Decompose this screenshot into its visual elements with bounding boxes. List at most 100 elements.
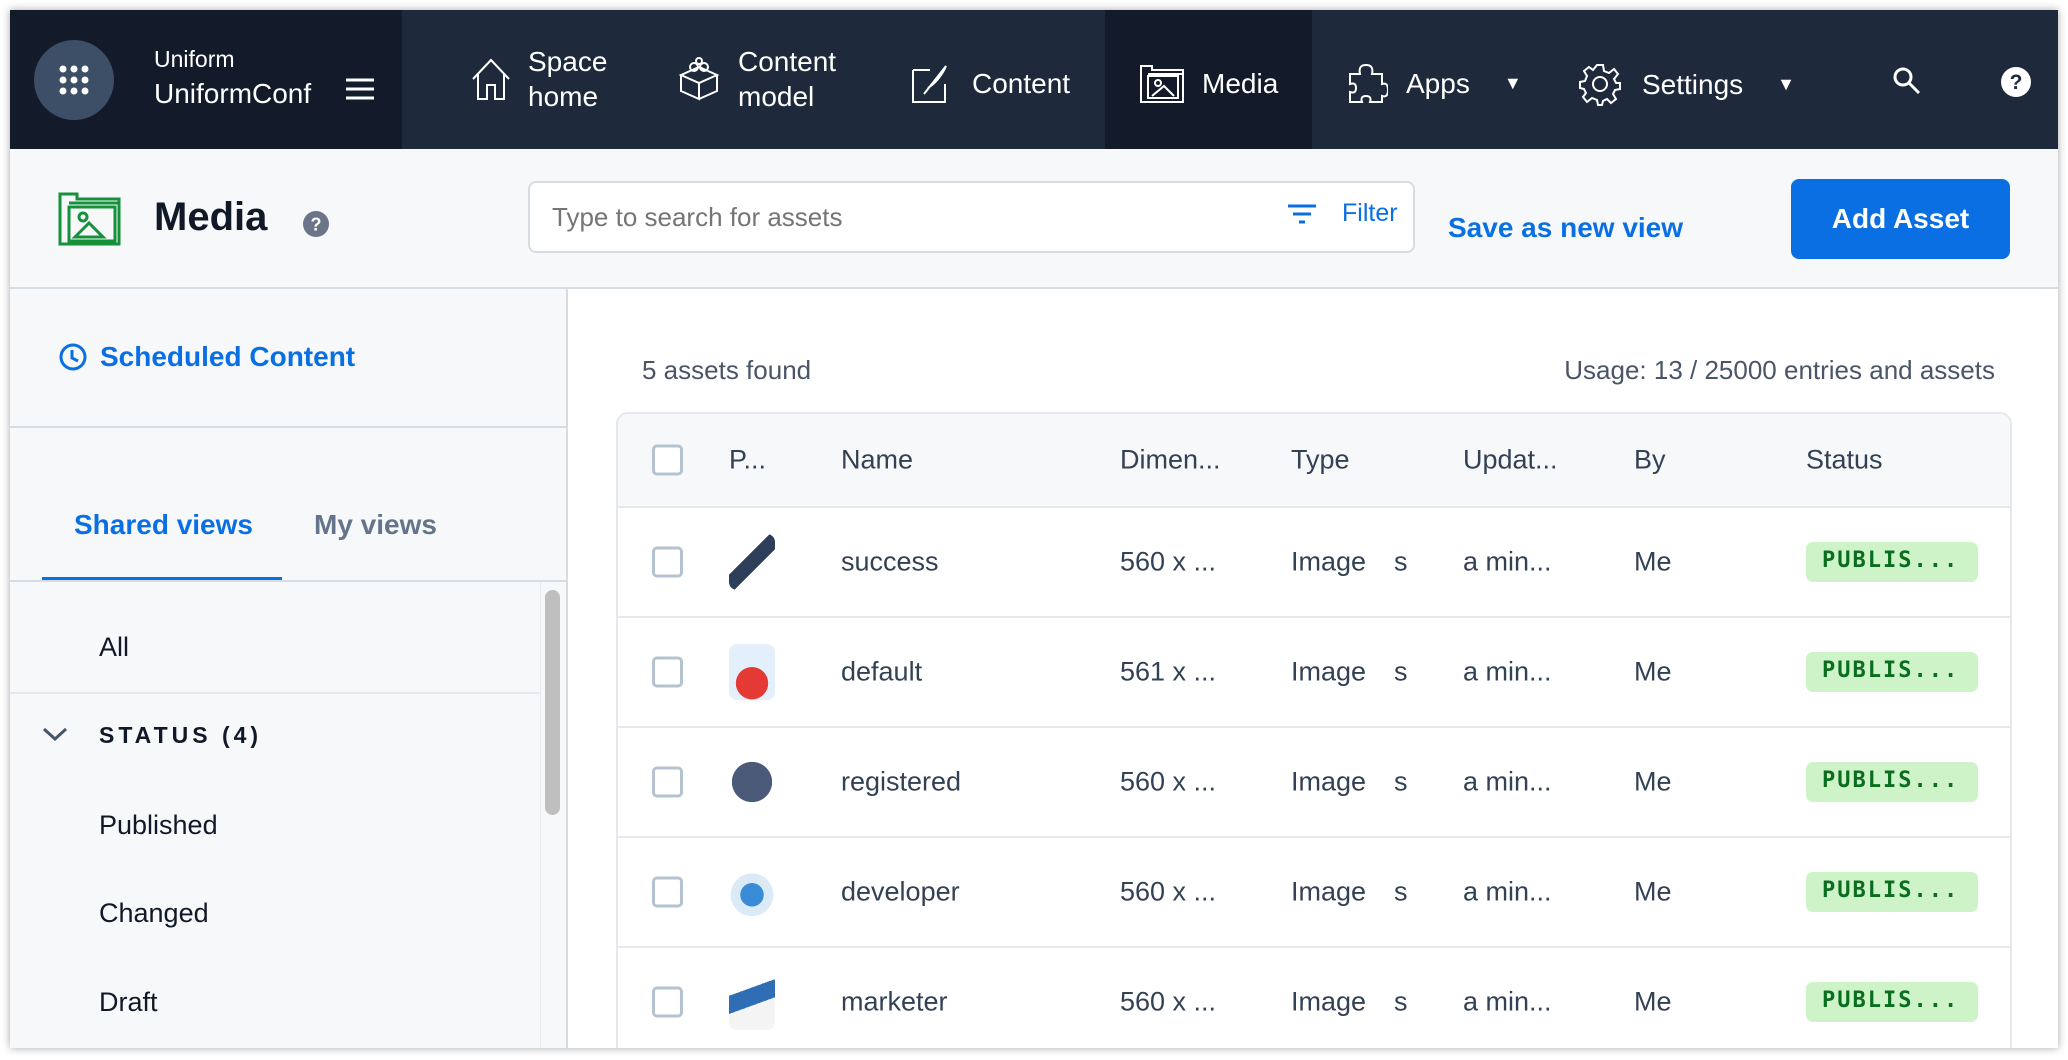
asset-name[interactable]: developer [841, 877, 960, 908]
nav-item-space-home[interactable]: Space home [470, 44, 607, 114]
table-header: P... Name Dimen... Type Updat... By Stat… [618, 414, 2010, 508]
select-all-checkbox[interactable] [652, 444, 683, 476]
caret-down-icon: ▼ [1503, 72, 1522, 93]
hamburger-menu-icon[interactable] [346, 77, 376, 101]
col-by[interactable]: By [1634, 445, 1666, 476]
asset-thumbnail[interactable] [729, 974, 775, 1030]
row-checkbox[interactable] [652, 546, 683, 578]
home-icon [472, 58, 510, 100]
app-launcher-button[interactable] [34, 40, 114, 120]
table-row[interactable]: default 561 x ... Image s a min... Me PU… [618, 618, 2010, 728]
nav-label: model [738, 81, 815, 112]
caret-down-icon: ▼ [1777, 73, 1795, 94]
nav-label: Content [972, 67, 1071, 99]
col-type[interactable]: Type [1291, 445, 1350, 476]
media-icon [1140, 65, 1184, 103]
scheduled-content-label: Scheduled Content [100, 341, 356, 372]
table-row[interactable]: registered 560 x ... Image s a min... Me… [618, 728, 2010, 838]
status-badge: PUBLIS... [1806, 762, 1978, 802]
asset-search[interactable]: Filter [528, 181, 1415, 253]
col-name[interactable]: Name [841, 445, 913, 476]
filter-button[interactable]: Filter [1288, 199, 1398, 228]
help-circle-icon[interactable]: ? [302, 210, 330, 238]
row-checkbox[interactable] [652, 656, 683, 688]
search-icon[interactable] [1892, 66, 1922, 96]
asset-type: Image [1291, 546, 1367, 577]
status-changed[interactable]: Changed [99, 898, 209, 929]
asset-dimensions: 560 x ... [1120, 546, 1217, 577]
status-badge: PUBLIS... [1806, 982, 1978, 1022]
app-window: Uniform UniformConf Space home Content mod… [10, 10, 2058, 1048]
asset-dimensions: 560 x ... [1120, 876, 1217, 907]
asset-by: Me [1634, 986, 1672, 1017]
filter-label: Filter [1342, 199, 1398, 227]
asset-type: Image [1291, 766, 1367, 797]
asset-name[interactable]: registered [841, 767, 961, 798]
status-draft[interactable]: Draft [99, 987, 158, 1018]
svg-text:?: ? [311, 215, 322, 235]
asset-type: Image [1291, 986, 1367, 1017]
add-asset-button[interactable]: Add Asset [1791, 179, 2010, 259]
col-updated[interactable]: Updat... [1463, 445, 1558, 476]
asset-updated: a min... [1463, 766, 1552, 797]
row-checkbox[interactable] [652, 986, 683, 1018]
save-as-new-view-link[interactable]: Save as new view [1448, 212, 1683, 244]
help-icon[interactable]: ? [2000, 66, 2032, 98]
asset-dimensions: 560 x ... [1120, 986, 1217, 1017]
scrollbar-thumb[interactable] [545, 590, 560, 815]
search-input[interactable] [552, 199, 1252, 235]
asset-thumbnail[interactable] [729, 754, 775, 810]
asset-name[interactable]: default [841, 657, 922, 688]
asset-type-overflow: s [1394, 546, 1408, 577]
nav-item-settings[interactable]: Settings ▼ [1578, 62, 1795, 106]
chevron-down-icon[interactable] [42, 727, 68, 743]
asset-updated: a min... [1463, 986, 1552, 1017]
row-checkbox[interactable] [652, 766, 683, 798]
tab-shared-views[interactable]: Shared views [74, 509, 253, 541]
nav-item-content[interactable]: Content [910, 62, 1070, 104]
view-all[interactable]: All [99, 632, 129, 663]
asset-dimensions: 561 x ... [1120, 656, 1217, 687]
status-badge: PUBLIS... [1806, 872, 1978, 912]
status-badge: PUBLIS... [1806, 542, 1978, 582]
status-published[interactable]: Published [99, 810, 218, 841]
divider [10, 580, 566, 582]
table-row[interactable]: developer 560 x ... Image s a min... Me … [618, 838, 2010, 948]
nav-label: Apps [1406, 67, 1470, 99]
asset-type-overflow: s [1394, 986, 1408, 1017]
asset-name[interactable]: marketer [841, 987, 948, 1018]
asset-dimensions: 560 x ... [1120, 766, 1217, 797]
sidebar: Scheduled Content Shared views My views … [10, 289, 568, 1048]
nav-item-content-model[interactable]: Content model [678, 44, 836, 114]
table-row[interactable]: marketer 560 x ... Image s a min... Me P… [618, 948, 2010, 1048]
asset-type-overflow: s [1394, 766, 1408, 797]
asset-thumbnail[interactable] [729, 864, 775, 920]
col-status[interactable]: Status [1806, 445, 1883, 476]
gear-icon [1579, 64, 1621, 106]
asset-type: Image [1291, 876, 1367, 907]
col-preview[interactable]: P... [729, 445, 766, 476]
nav-label: Space [528, 46, 608, 77]
asset-thumbnail[interactable] [729, 644, 775, 700]
puzzle-icon [1349, 63, 1388, 103]
project-name[interactable]: UniformConf [154, 78, 311, 110]
asset-thumbnail[interactable] [729, 534, 775, 590]
nav-item-apps[interactable]: Apps ▼ [1346, 62, 1522, 104]
asset-by: Me [1634, 546, 1672, 577]
status-group-header[interactable]: STATUS (4) [99, 722, 262, 749]
asset-name[interactable]: success [841, 547, 939, 578]
tab-my-views[interactable]: My views [314, 509, 437, 541]
row-checkbox[interactable] [652, 876, 683, 908]
col-dimensions[interactable]: Dimen... [1120, 445, 1221, 476]
nav-label: home [528, 81, 599, 112]
usage-text: Usage: 13 / 25000 entries and assets [1564, 355, 1995, 385]
nav-item-media[interactable]: Media [1138, 62, 1278, 104]
blocks-icon [678, 57, 720, 101]
scheduled-content-link[interactable]: Scheduled Content [58, 341, 355, 373]
asset-count: 5 assets found [642, 355, 812, 385]
page-title: Media [154, 195, 268, 239]
divider [10, 692, 540, 694]
table-row[interactable]: success 560 x ... Image s a min... Me PU… [618, 508, 2010, 618]
asset-updated: a min... [1463, 656, 1552, 687]
nav-label: Settings [1642, 68, 1744, 100]
